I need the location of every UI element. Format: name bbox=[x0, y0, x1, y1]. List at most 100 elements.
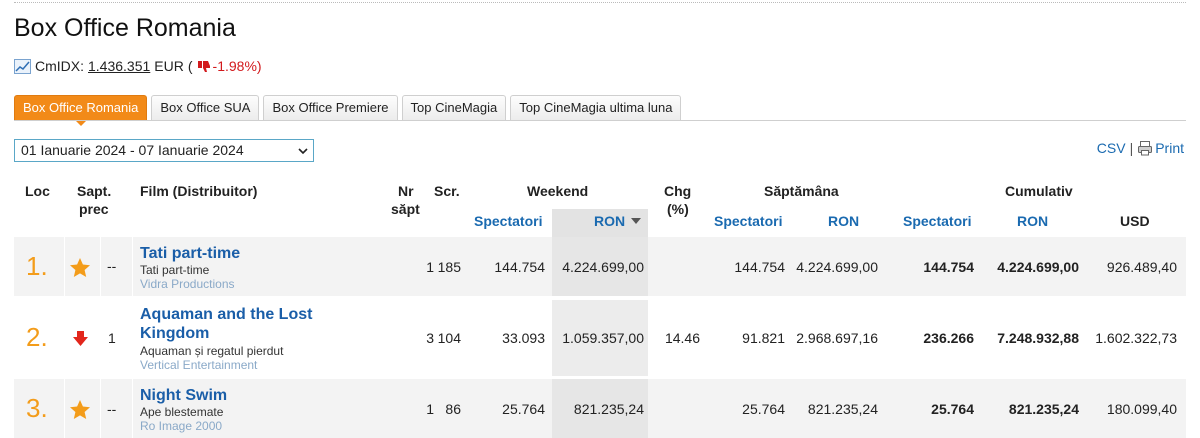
header-week-spectators[interactable]: Spectatori bbox=[714, 213, 782, 229]
table-row: 3. -- Night Swim Ape blestemate Ro Image… bbox=[14, 379, 1186, 438]
cum-ron: 7.248.932,88 bbox=[997, 330, 1079, 346]
header-weekend: Weekend bbox=[527, 183, 589, 199]
week-ron: 821.235,24 bbox=[807, 401, 878, 417]
header-cum-ron[interactable]: RON bbox=[1017, 213, 1048, 229]
top-divider bbox=[14, 2, 1186, 3]
weekend-spectators: 144.754 bbox=[494, 259, 545, 275]
header-cum-spectators[interactable]: Spectatori bbox=[903, 213, 971, 229]
film-title-link[interactable]: Night Swim bbox=[140, 386, 227, 405]
cmidx-change: -1.98%) bbox=[212, 58, 262, 74]
prev-rank: 1 bbox=[108, 330, 116, 346]
film-distributor: Vidra Productions bbox=[140, 277, 235, 291]
column-divider bbox=[64, 379, 65, 438]
cum-ron: 4.224.699,00 bbox=[997, 259, 1079, 275]
print-link[interactable]: Print bbox=[1155, 140, 1184, 156]
header-chg: Chg bbox=[664, 183, 692, 199]
weekend-ron: 821.235,24 bbox=[573, 401, 644, 417]
rank: 1. bbox=[26, 251, 48, 281]
week-ron: 2.968.697,16 bbox=[796, 330, 878, 346]
column-divider bbox=[100, 379, 101, 438]
change-percent: 14.46 bbox=[664, 330, 700, 346]
table-row: 1. -- Tati part-time Tati part-time Vidr… bbox=[14, 237, 1186, 296]
tab-box-office-romania[interactable]: Box Office Romania bbox=[14, 95, 148, 126]
tab-box-office-sua[interactable]: Box Office SUA bbox=[151, 95, 260, 120]
header-prev-week-2: prec bbox=[79, 201, 109, 217]
weekend-spectators: 25.764 bbox=[502, 401, 545, 417]
column-divider bbox=[132, 237, 133, 296]
column-divider bbox=[132, 379, 133, 438]
screens: 185 bbox=[437, 259, 461, 275]
cum-usd: 1.602.322,73 bbox=[1095, 330, 1177, 346]
cmidx-open-paren: ( bbox=[187, 58, 193, 74]
film-alt-title: Tati part-time bbox=[140, 263, 210, 277]
header-weeks-2: săpt bbox=[391, 201, 420, 217]
tab-bar: Box Office Romania Box Office SUA Box Of… bbox=[14, 94, 685, 126]
sort-desc-icon bbox=[631, 218, 641, 224]
film-distributor: Ro Image 2000 bbox=[140, 419, 223, 433]
week-spectators: 144.754 bbox=[734, 259, 785, 275]
week-spectators: 25.764 bbox=[742, 401, 785, 417]
column-divider bbox=[100, 237, 101, 296]
period-select[interactable]: 01 Ianuarie 2024 - 07 Ianuarie 2024 bbox=[14, 139, 314, 162]
rank: 2. bbox=[26, 322, 48, 352]
cmidx-indicator: CmIDX: 1.436.351 EUR ( -1.98%) bbox=[14, 58, 262, 74]
tabs-divider bbox=[14, 120, 1186, 121]
weekend-ron: 4.224.699,00 bbox=[562, 259, 644, 275]
cum-spectators: 25.764 bbox=[931, 401, 974, 417]
week-spectators: 91.821 bbox=[742, 330, 785, 346]
cum-spectators: 236.266 bbox=[923, 330, 974, 346]
rank: 3. bbox=[26, 393, 48, 423]
header-weeks: Nr bbox=[398, 183, 414, 199]
weekend-spectators: 33.093 bbox=[502, 330, 545, 346]
star-icon bbox=[70, 400, 90, 419]
film-title-link[interactable]: Aquaman and the Lost Kingdom bbox=[140, 305, 312, 343]
prev-rank: -- bbox=[107, 401, 117, 417]
header-film: Film (Distribuitor) bbox=[140, 183, 258, 199]
tab-top-cinemagia[interactable]: Top CineMagia bbox=[401, 95, 507, 120]
tab-box-office-premiere[interactable]: Box Office Premiere bbox=[263, 95, 398, 120]
prev-rank: -- bbox=[107, 258, 117, 274]
weeks: 3 bbox=[426, 330, 434, 346]
cum-spectators: 144.754 bbox=[923, 259, 974, 275]
chevron-down-icon bbox=[298, 148, 308, 155]
cum-ron: 821.235,24 bbox=[1008, 401, 1079, 417]
cum-usd: 180.099,40 bbox=[1106, 401, 1177, 417]
tab-top-cinemagia-last-month[interactable]: Top CineMagia ultima luna bbox=[510, 95, 682, 120]
weekend-ron: 1.059.357,00 bbox=[562, 330, 644, 346]
week-ron: 4.224.699,00 bbox=[796, 259, 878, 275]
printer-icon[interactable] bbox=[1137, 140, 1153, 156]
weeks: 1 bbox=[426, 401, 434, 417]
film-title-line-1: Aquaman and the Lost bbox=[140, 306, 313, 323]
period-select-value: 01 Ianuarie 2024 - 07 Ianuarie 2024 bbox=[21, 142, 244, 158]
header-weekend-ron[interactable]: RON bbox=[594, 213, 625, 229]
column-divider bbox=[64, 237, 65, 296]
film-title-link[interactable]: Tati part-time bbox=[140, 244, 240, 263]
cmidx-value[interactable]: 1.436.351 bbox=[88, 58, 150, 74]
csv-link[interactable]: CSV bbox=[1097, 140, 1126, 156]
screens: 104 bbox=[437, 330, 461, 346]
screens: 86 bbox=[445, 401, 461, 417]
table-row: 2. 1 Aquaman and the Lost Kingdom Aquama… bbox=[14, 300, 1186, 376]
cmidx-label: CmIDX: bbox=[35, 58, 84, 74]
header-week-ron[interactable]: RON bbox=[828, 213, 859, 229]
star-icon bbox=[70, 258, 90, 277]
cmidx-currency: EUR bbox=[154, 58, 184, 74]
header-prev-week: Sapt. bbox=[77, 183, 112, 199]
header-cumulative: Cumulativ bbox=[1005, 183, 1073, 199]
film-title-line-2: Kingdom bbox=[140, 325, 210, 342]
export-separator: | bbox=[1129, 140, 1134, 156]
chart-icon[interactable] bbox=[14, 58, 31, 74]
header-loc: Loc bbox=[25, 183, 50, 199]
export-links: CSV | Print bbox=[1097, 140, 1184, 156]
thumbs-down-icon bbox=[197, 60, 210, 72]
film-distributor: Vertical Entertainment bbox=[140, 358, 258, 372]
page-title: Box Office Romania bbox=[14, 14, 236, 42]
film-alt-title: Aquaman și regatul pierdut bbox=[140, 344, 284, 358]
header-weekend-spectators[interactable]: Spectatori bbox=[474, 213, 542, 229]
header-week: Săptămâna bbox=[764, 183, 839, 199]
weeks: 1 bbox=[426, 259, 434, 275]
arrow-down-icon bbox=[73, 331, 88, 346]
header-cum-usd: USD bbox=[1120, 213, 1150, 229]
cum-usd: 926.489,40 bbox=[1106, 259, 1177, 275]
header-chg-2: (%) bbox=[667, 201, 689, 217]
